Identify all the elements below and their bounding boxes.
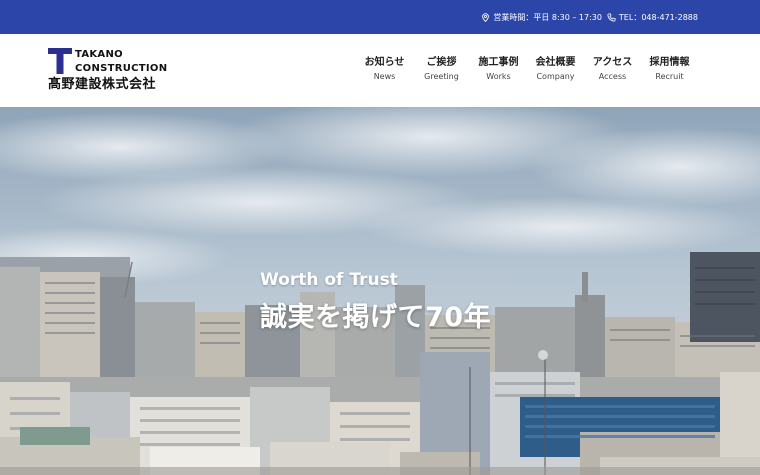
company-logo[interactable]: TAKANO CONSTRUCTION 髙野建設株式会社 xyxy=(48,48,188,94)
site-header: TAKANO CONSTRUCTION 髙野建設株式会社 お知らせ News ご… xyxy=(0,34,760,107)
hero-title: 誠実を掲げて70年 xyxy=(260,302,492,333)
logo-english-line2: CONSTRUCTION xyxy=(75,63,168,74)
nav-item-label: ご挨拶 xyxy=(426,57,457,68)
business-hours-text: 営業時間：平日 8:30 – 17:30 xyxy=(493,13,602,22)
phone-number[interactable]: TEL：048-471-2888 xyxy=(607,12,698,23)
nav-item-sublabel: Company xyxy=(536,72,575,81)
top-info-bar: 営業時間：平日 8:30 – 17:30 TEL：048-471-2888 xyxy=(0,0,760,34)
phone-icon xyxy=(607,13,616,22)
nav-item-label: 採用情報 xyxy=(649,57,690,68)
phone-number-text: TEL：048-471-2888 xyxy=(618,13,698,22)
hero-subtitle: Worth of Trust xyxy=(260,270,398,290)
nav-item-access[interactable]: アクセス Access xyxy=(584,56,641,83)
logo-japanese-name: 髙野建設株式会社 xyxy=(48,77,157,92)
nav-item-works[interactable]: 施工事例 Works xyxy=(470,56,527,83)
nav-item-sublabel: Access xyxy=(598,72,627,81)
nav-item-sublabel: Greeting xyxy=(424,72,459,81)
nav-item-label: 施工事例 xyxy=(478,57,519,68)
hero-section: Worth of Trust 誠実を掲げて70年 xyxy=(0,107,760,475)
nav-item-label: アクセス xyxy=(592,57,633,68)
nav-item-label: 会社概要 xyxy=(535,57,576,68)
nav-item-greeting[interactable]: ご挨拶 Greeting xyxy=(413,56,470,83)
main-nav: お知らせ News ご挨拶 Greeting 施工事例 Works 会社概要 C… xyxy=(356,56,698,83)
business-hours: 営業時間：平日 8:30 – 17:30 xyxy=(481,12,602,23)
nav-item-label: お知らせ xyxy=(364,57,405,68)
logo-english-line1: TAKANO xyxy=(75,49,123,60)
nav-item-sublabel: Recruit xyxy=(655,72,684,81)
nav-item-news[interactable]: お知らせ News xyxy=(356,56,413,83)
map-pin-icon xyxy=(482,13,490,22)
logo-t-mark-icon xyxy=(48,48,72,74)
nav-item-recruit[interactable]: 採用情報 Recruit xyxy=(641,56,698,83)
nav-item-sublabel: Works xyxy=(486,72,511,81)
nav-item-company[interactable]: 会社概要 Company xyxy=(527,56,584,83)
nav-item-sublabel: News xyxy=(373,72,396,81)
hero-cityscape-image xyxy=(0,107,760,475)
